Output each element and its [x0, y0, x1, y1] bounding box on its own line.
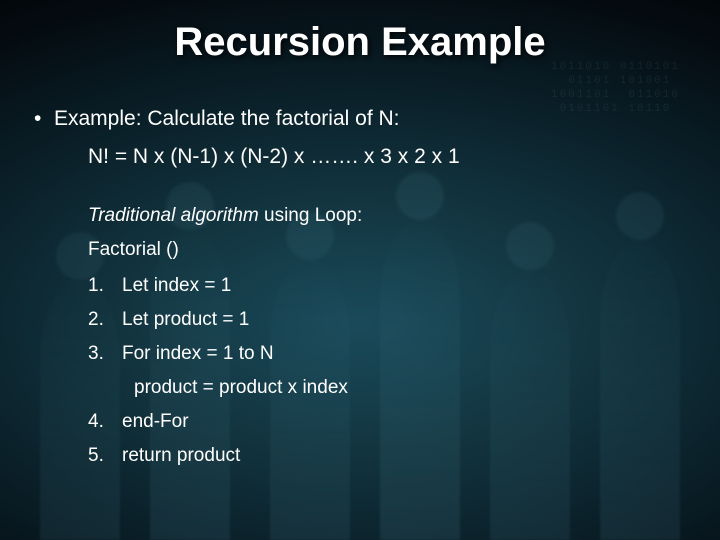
bullet-text: Example: Calculate the factorial of N:	[54, 107, 400, 130]
step-line: 4.end-For	[88, 411, 686, 433]
formula-line: N! = N x (N-1) x (N-2) x ……. x 3 x 2 x 1	[88, 145, 686, 169]
bullet-line: •Example: Calculate the factorial of N:	[34, 107, 686, 131]
step-number: 4.	[88, 411, 122, 433]
step-line: 2.Let product = 1	[88, 309, 686, 331]
slide: 1011010 0110101 01101 101001 1001101 011…	[0, 0, 720, 540]
step-text: return product	[122, 445, 240, 466]
step-line: 3.For index = 1 to N	[88, 343, 686, 365]
steps-block-1: 1.Let index = 1 2.Let product = 1 3.For …	[88, 275, 686, 365]
step-number: 1.	[88, 275, 122, 297]
function-name: Factorial ()	[88, 239, 686, 261]
step-line: 5.return product	[88, 445, 686, 467]
step-text: end-For	[122, 411, 189, 432]
subheading-rest: using Loop:	[259, 205, 363, 226]
step-indented-line: product = product x index	[134, 377, 686, 399]
step-number: 5.	[88, 445, 122, 467]
step-text: Let index = 1	[122, 275, 231, 296]
slide-title: Recursion Example	[34, 20, 686, 65]
step-text: Let product = 1	[122, 309, 249, 330]
subheading: Traditional algorithm using Loop:	[88, 205, 686, 227]
step-line: 1.Let index = 1	[88, 275, 686, 297]
steps-block-2: 4.end-For 5.return product	[88, 411, 686, 467]
step-number: 2.	[88, 309, 122, 331]
step-number: 3.	[88, 343, 122, 365]
slide-content: Recursion Example •Example: Calculate th…	[0, 0, 720, 467]
subheading-italic: Traditional algorithm	[88, 205, 259, 226]
step-text: For index = 1 to N	[122, 343, 274, 364]
bullet-dot-icon: •	[34, 107, 54, 131]
